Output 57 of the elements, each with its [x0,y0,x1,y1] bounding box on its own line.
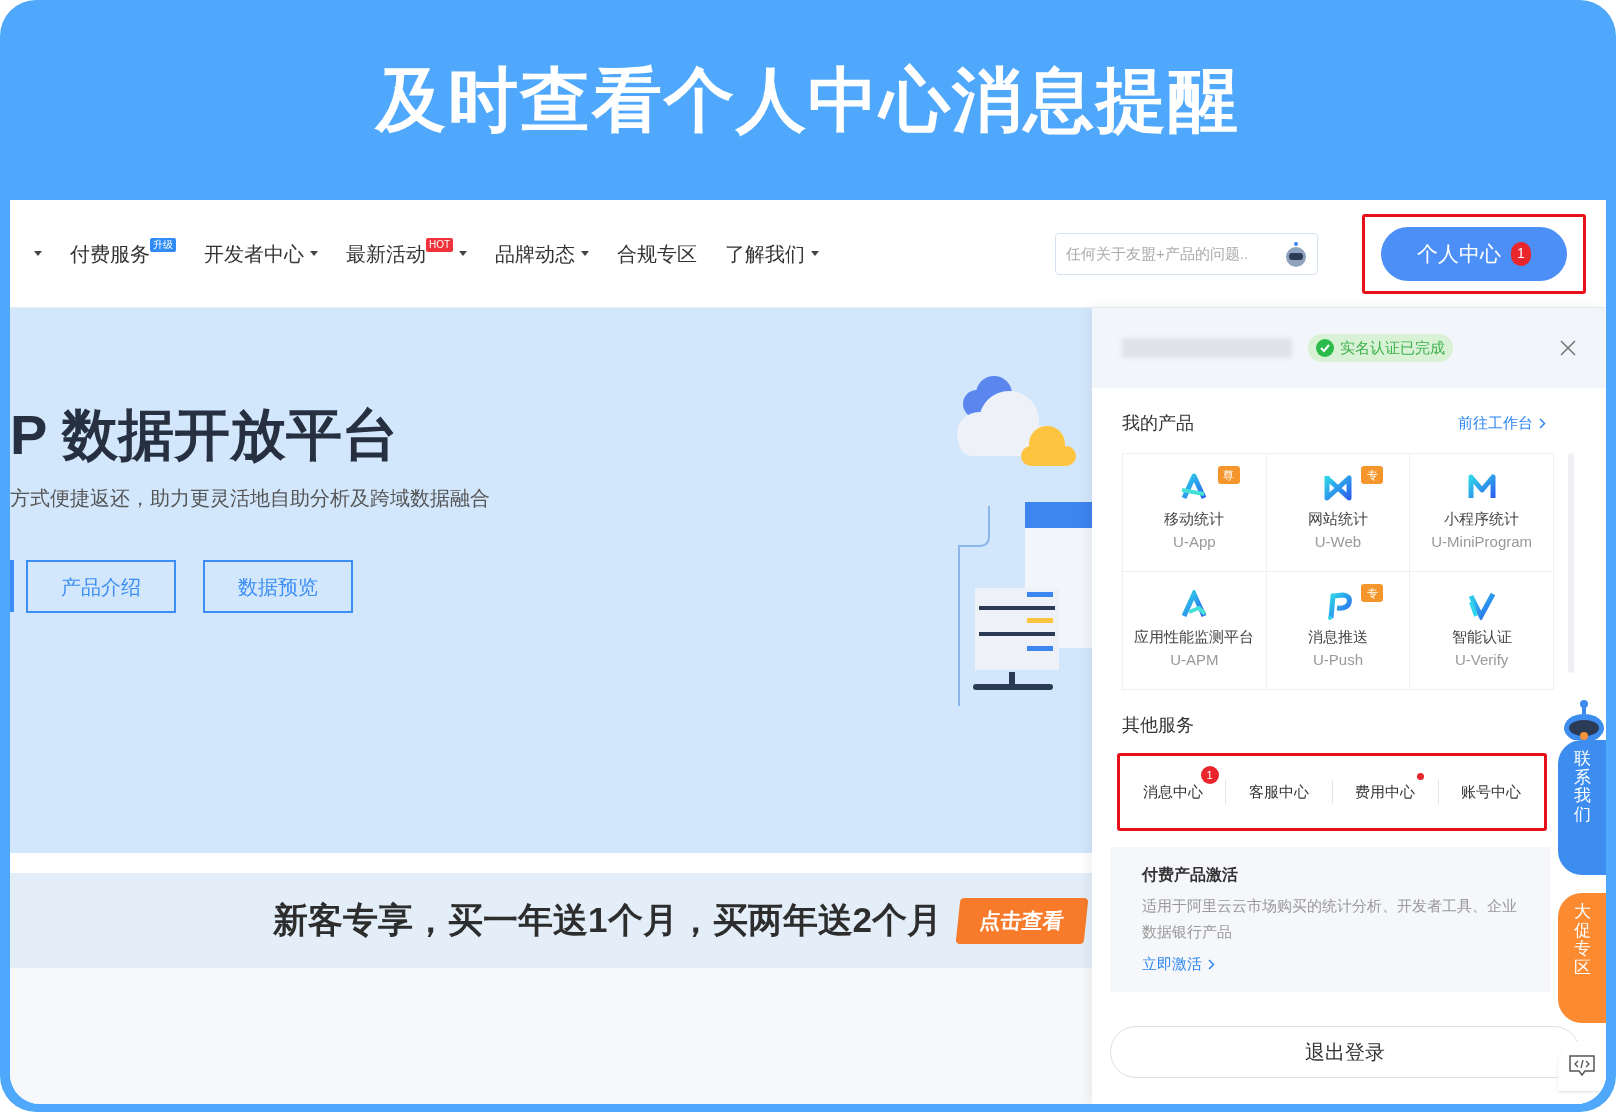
product-logo-icon [1323,472,1353,502]
product-code: U-Push [1312,649,1363,670]
service-link[interactable]: 账号中心 [1461,783,1522,800]
workspace-link[interactable]: 前往工作台 [1458,412,1533,435]
product-tile[interactable]: 尊 移动统计 U-App [1123,454,1267,572]
chevron-right-icon [1539,418,1546,429]
product-name: 小程序统计 [1444,509,1520,529]
nav-badge: 升级 [150,237,176,252]
nav-link[interactable]: 付费服务 [70,238,150,269]
product-tag: 专 [1361,584,1384,602]
product-code: U-App [1173,531,1216,552]
product-code: U-MiniProgram [1431,531,1533,552]
code-feedback-button[interactable] [1558,1041,1606,1091]
hero-title: P 数据开放平台 [10,402,398,468]
product-tile[interactable]: 智能认证 U-Verify [1410,572,1554,690]
product-tag: 尊 [1217,466,1240,484]
nav-link[interactable]: 最新活动 [346,238,426,269]
product-tile[interactable]: 专 网站统计 U-Web [1266,454,1411,572]
code-icon [1569,1055,1595,1077]
chevron-right-icon [1208,958,1215,970]
promo-text: 新客专享，买一年送1个月，买两年送2个月 [273,899,942,942]
section-title: 我的产品 [1122,412,1194,435]
product-tile[interactable]: 应用性能监测平台 U-APM [1123,572,1267,690]
product-name: 消息推送 [1308,627,1368,647]
product-name: 智能认证 [1451,627,1512,647]
activate-link[interactable]: 立即激活 [1142,953,1202,976]
product-code: U-Web [1314,531,1362,552]
product-tile[interactable]: 小程序统计 U-MiniProgram [1410,454,1554,572]
robot-icon [1284,240,1308,267]
search-field[interactable]: 任何关于友盟+产品的问题.. [1055,232,1318,275]
service-link[interactable]: 费用中心 [1355,783,1416,800]
nav-link[interactable]: 开发者中心 [204,238,304,269]
nav-link[interactable]: 合规专区 [617,238,698,269]
product-name: 网站统计 [1308,509,1368,529]
card-description: 适用于阿里云云市场购买的统计分析、开发者工具、企业数据银行产品 [1142,896,1518,942]
close-icon[interactable] [1560,340,1576,356]
product-name: 移动统计 [1164,509,1225,529]
product-logo-icon [1466,590,1497,620]
service-link[interactable]: 客服中心 [1248,783,1309,800]
service-link[interactable]: 消息中心 [1142,783,1203,800]
card-title: 付费产品激活 [1142,865,1239,885]
product-code: U-APM [1170,649,1219,670]
product-tile[interactable]: 专 消息推送 U-Push [1266,572,1411,690]
nav-link[interactable]: 品牌动态 [495,238,576,269]
personal-center-button[interactable]: 个人中心 1 [1381,226,1567,281]
section-title: 其他服务 [1122,714,1194,737]
banner-title: 及时查看个人中心消息提醒 [376,59,1240,141]
product-tag: 专 [1361,466,1384,484]
hero-subtitle: 方式便捷返还，助力更灵活地自助分析及跨域数据融合 [10,486,490,511]
notification-badge: 1 [1200,766,1219,784]
verified-text: 实名认证已完成 [1340,337,1445,358]
nav-badge: HOT [426,237,454,252]
product-name: 应用性能监测平台 [1134,627,1255,647]
product-code: U-Verify [1455,649,1509,670]
check-circle-icon [1316,339,1334,357]
notification-badge: 1 [1511,241,1531,266]
nav-link[interactable]: 了解我们 [725,238,806,269]
